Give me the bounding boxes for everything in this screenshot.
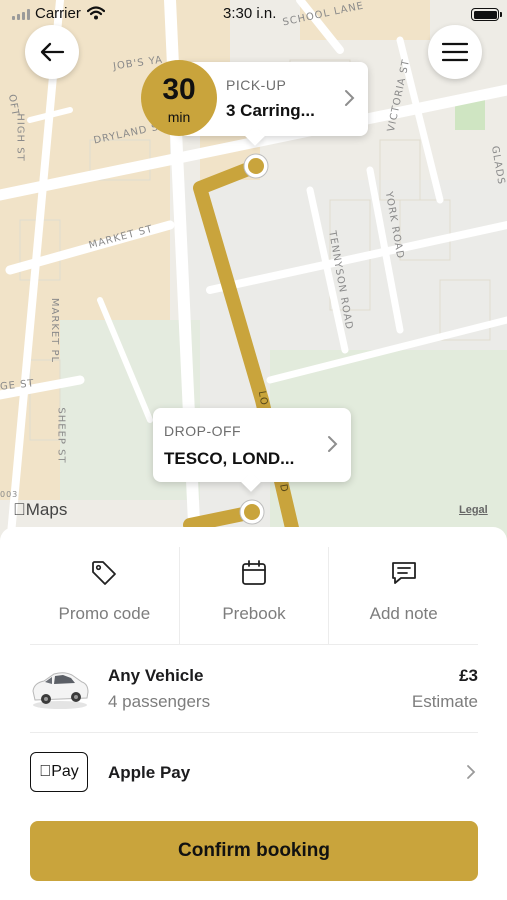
pickup-caption: PICK-UP: [226, 77, 287, 93]
clock: 3:30 i.n.: [223, 5, 277, 22]
apple-pay-badge: Pay: [30, 752, 88, 792]
eta-badge: 30 min: [141, 60, 217, 136]
street-label: SHEEP ST: [55, 407, 67, 464]
divider: [30, 644, 478, 645]
payment-method[interactable]: Pay Apple Pay: [30, 751, 478, 793]
chevron-right-icon: [328, 436, 338, 452]
dropoff-address: TESCO, LOND...: [164, 449, 295, 468]
dropoff-marker: [244, 504, 260, 520]
vehicle-passengers: 4 passengers: [108, 692, 211, 711]
dropoff-caption: DROP-OFF: [164, 423, 242, 439]
confirm-booking-button[interactable]: Confirm booking: [30, 821, 478, 881]
prebook-button[interactable]: Prebook: [178, 547, 329, 645]
signal-icon: [12, 9, 30, 20]
action-bar: Promo code Prebook Add note: [30, 547, 478, 645]
street-label: D: [277, 483, 290, 494]
add-note-label: Add note: [369, 604, 438, 623]
apple-logo-icon: : [39, 763, 51, 781]
chevron-right-icon: [345, 90, 355, 106]
street-label: 003: [0, 490, 19, 499]
chevron-right-icon: [467, 765, 476, 779]
eta-unit: min: [167, 109, 191, 125]
add-note-button[interactable]: Add note: [328, 547, 478, 645]
menu-button[interactable]: [428, 25, 482, 79]
tag-icon: [92, 561, 117, 585]
pickup-marker: [248, 158, 264, 174]
carrier-name: Carrier: [35, 5, 81, 22]
divider: [30, 732, 478, 733]
promo-code-label: Promo code: [58, 604, 151, 623]
wifi-icon: [87, 6, 105, 20]
promo-code-button[interactable]: Promo code: [30, 547, 179, 645]
dropoff-callout[interactable]: DROP-OFF TESCO, LOND...: [153, 408, 351, 482]
eta-value: 30: [162, 73, 196, 106]
back-button[interactable]: [25, 25, 79, 79]
booking-sheet: Promo code Prebook Add note Any Vehicle …: [0, 527, 507, 900]
vehicle-name: Any Vehicle: [108, 666, 204, 685]
payment-label: Apple Pay: [108, 763, 191, 782]
status-bar: Carrier 3:30 i.n.: [0, 0, 507, 28]
prebook-label: Prebook: [222, 604, 286, 623]
fare-price: £3: [459, 666, 478, 685]
apple-logo-icon: : [13, 500, 26, 519]
street-label: MARKET PL: [49, 297, 61, 364]
pickup-address: 3 Carring...: [226, 101, 315, 120]
maps-attribution: Maps: [13, 500, 67, 519]
street-label: HIGH ST: [14, 113, 26, 162]
battery-icon: [471, 8, 502, 21]
hamburger-icon: [442, 42, 468, 62]
car-icon: [32, 672, 89, 709]
calendar-icon: [242, 560, 266, 585]
arrow-left-icon: [40, 42, 65, 62]
note-icon: [391, 562, 416, 584]
street-label: LO: [255, 390, 270, 407]
vehicle-option[interactable]: Any Vehicle 4 passengers £3 Estimate: [30, 662, 478, 732]
fare-note: Estimate: [411, 692, 478, 711]
legal-link[interactable]: Legal: [459, 504, 488, 516]
